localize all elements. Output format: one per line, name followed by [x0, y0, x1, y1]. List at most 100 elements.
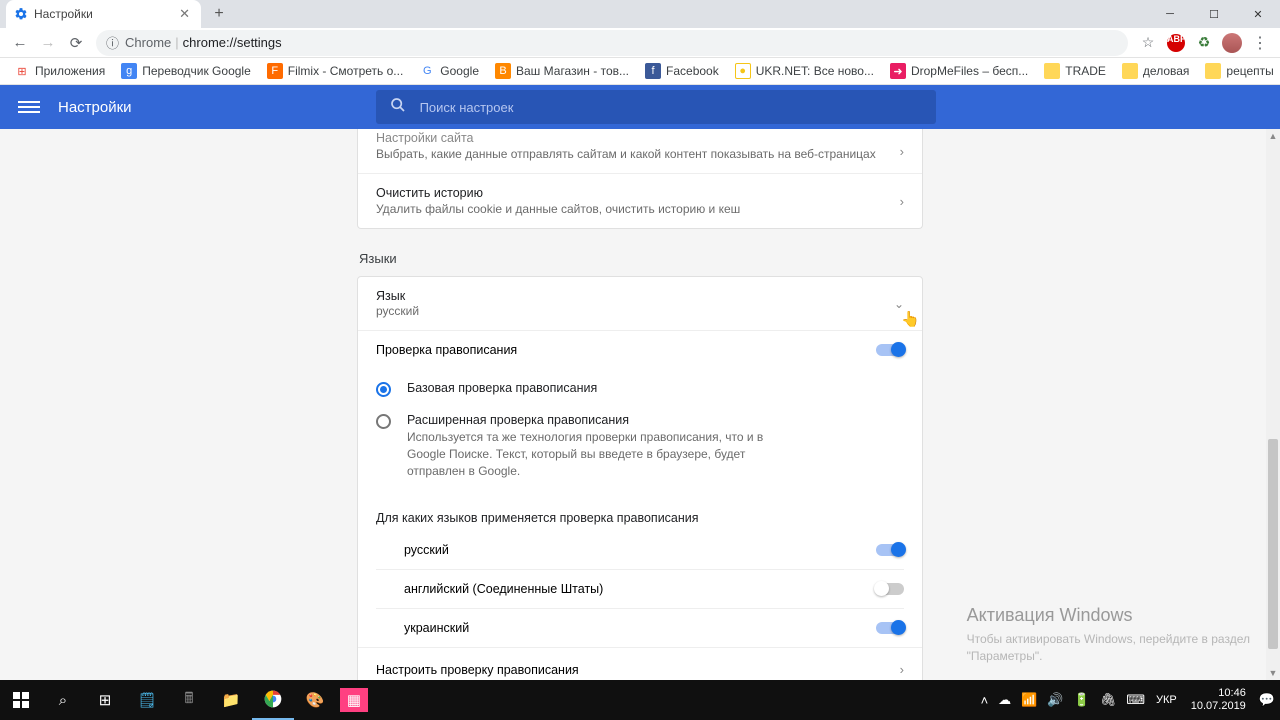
address-path: chrome://settings: [183, 35, 282, 50]
languages-card: Язык русский ⌄ Проверка правописания Баз…: [357, 276, 923, 680]
new-tab-button[interactable]: +: [207, 5, 231, 23]
bookmark-item[interactable]: FFilmix - Смотреть о...: [259, 58, 412, 84]
lang-russian-toggle[interactable]: [876, 544, 904, 556]
lang-item-russian: русский: [376, 531, 904, 569]
address-bar[interactable]: ⓘ Chrome | chrome://settings: [96, 30, 1128, 56]
lang-item-english-us: английский (Соединенные Штаты): [376, 569, 904, 608]
bookmark-item[interactable]: TRADE: [1036, 58, 1114, 84]
search-button[interactable]: ⌕: [42, 680, 84, 720]
bookmark-item[interactable]: fFacebook: [637, 58, 727, 84]
window-controls: ─ ☐ ✕: [1148, 0, 1280, 28]
chevron-down-icon: ⌄: [894, 297, 904, 311]
minimize-button[interactable]: ─: [1148, 0, 1192, 28]
profile-avatar[interactable]: [1220, 31, 1244, 55]
gear-icon: [14, 7, 28, 21]
scroll-down-arrow[interactable]: ▼: [1266, 666, 1280, 680]
taskbar-app[interactable]: ▦: [340, 688, 368, 712]
tab-title: Настройки: [34, 7, 176, 21]
recycle-extension-icon[interactable]: ♻: [1192, 31, 1216, 55]
lang-english-toggle[interactable]: [876, 583, 904, 595]
site-info-icon[interactable]: ⓘ: [106, 33, 119, 52]
chevron-right-icon: ›: [900, 144, 904, 159]
browser-titlebar: Настройки ✕ + ─ ☐ ✕: [0, 0, 1280, 28]
radio-basic-spellcheck[interactable]: Базовая проверка правописания: [376, 373, 904, 405]
abp-extension-icon[interactable]: ABP: [1164, 31, 1188, 55]
clock[interactable]: 10:46 10.07.2019: [1183, 687, 1254, 713]
clear-history-row[interactable]: Очистить историю Удалить файлы cookie и …: [358, 174, 922, 228]
browser-tab[interactable]: Настройки ✕: [6, 0, 201, 28]
close-button[interactable]: ✕: [1236, 0, 1280, 28]
vertical-scrollbar[interactable]: ▲ ▼: [1266, 129, 1280, 680]
taskbar-app[interactable]: 🗒: [126, 680, 168, 720]
spellcheck-languages-label: Для каких языков применяется проверка пр…: [358, 499, 922, 531]
bookmark-star-icon[interactable]: ☆: [1136, 31, 1160, 55]
taskbar-app[interactable]: 🎨: [294, 680, 336, 720]
usb-icon[interactable]: 🖇: [1095, 692, 1122, 708]
chevron-right-icon: ›: [900, 194, 904, 209]
spellcheck-toggle-row: Проверка правописания: [358, 331, 922, 369]
language-expand-row[interactable]: Язык русский ⌄: [358, 277, 922, 331]
browser-menu-button[interactable]: ⋮: [1248, 31, 1272, 55]
browser-toolbar: ← → ⟳ ⓘ Chrome | chrome://settings ☆ ABP…: [0, 28, 1280, 58]
file-explorer-button[interactable]: 📁: [210, 680, 252, 720]
search-placeholder: Поиск настроек: [420, 100, 514, 115]
bookmark-item[interactable]: деловая: [1114, 58, 1198, 84]
bookmark-item[interactable]: ●UKR.NET: Все ново...: [727, 58, 882, 84]
radio-enhanced-spellcheck[interactable]: Расширенная проверка правописания Исполь…: [376, 405, 904, 487]
dropmefiles-icon: ➜: [890, 63, 906, 79]
ukrnet-icon: ●: [735, 63, 751, 79]
apps-bookmark[interactable]: ⊞Приложения: [6, 58, 113, 84]
scroll-up-arrow[interactable]: ▲: [1266, 129, 1280, 143]
scroll-thumb[interactable]: [1268, 439, 1278, 649]
bookmark-item[interactable]: gПереводчик Google: [113, 58, 259, 84]
shop-icon: B: [495, 63, 511, 79]
keyboard-icon[interactable]: ⌨: [1121, 692, 1150, 708]
folder-icon: [1044, 63, 1060, 79]
spellcheck-toggle[interactable]: [876, 344, 904, 356]
battery-icon[interactable]: 🔋: [1069, 692, 1095, 708]
chevron-right-icon: ›: [900, 662, 904, 677]
folder-icon: [1122, 63, 1138, 79]
chrome-taskbar-button[interactable]: [252, 680, 294, 720]
wifi-icon[interactable]: 📶: [1016, 692, 1042, 708]
system-tray: ˄ ☁ 📶 🔊 🔋 🖇 ⌨ УКР 10:46 10.07.2019 💬: [976, 680, 1280, 720]
lang-ukrainian-toggle[interactable]: [876, 622, 904, 634]
bookmark-item[interactable]: BВаш Магазин - тов...: [487, 58, 637, 84]
tray-up-icon[interactable]: ˄: [976, 693, 994, 708]
lang-item-ukrainian: украинский: [376, 608, 904, 647]
notifications-icon[interactable]: 💬: [1254, 692, 1280, 708]
settings-title: Настройки: [58, 99, 132, 116]
configure-spellcheck-row[interactable]: Настроить проверку правописания ›: [358, 647, 922, 680]
spellcheck-radio-group: Базовая проверка правописания Расширенна…: [358, 369, 922, 499]
search-icon: [390, 97, 406, 117]
taskbar-app[interactable]: 🖩: [168, 680, 210, 720]
settings-search-input[interactable]: Поиск настроек: [376, 90, 936, 124]
bookmark-item[interactable]: ➜DropMeFiles – бесп...: [882, 58, 1036, 84]
radio-unchecked-icon: [376, 414, 391, 429]
folder-icon: [1205, 63, 1221, 79]
apps-icon: ⊞: [14, 63, 30, 79]
back-button[interactable]: ←: [6, 29, 34, 57]
languages-section-label: Языки: [357, 251, 923, 266]
hamburger-menu-icon[interactable]: [18, 101, 40, 113]
start-button[interactable]: [0, 680, 42, 720]
maximize-button[interactable]: ☐: [1192, 0, 1236, 28]
site-settings-row[interactable]: Настройки сайта Выбрать, какие данные от…: [358, 129, 922, 174]
filmix-icon: F: [267, 63, 283, 79]
google-icon: G: [419, 63, 435, 79]
input-language[interactable]: УКР: [1150, 694, 1183, 706]
settings-content: Настройки сайта Выбрать, какие данные от…: [0, 129, 1280, 680]
close-icon[interactable]: ✕: [176, 6, 193, 22]
facebook-icon: f: [645, 63, 661, 79]
onedrive-icon[interactable]: ☁: [993, 692, 1016, 708]
task-view-button[interactable]: ⊞: [84, 680, 126, 720]
bookmark-item[interactable]: рецепты: [1197, 58, 1280, 84]
translate-icon: g: [121, 63, 137, 79]
bookmark-item[interactable]: GGoogle: [411, 58, 487, 84]
forward-button[interactable]: →: [34, 29, 62, 57]
reload-button[interactable]: ⟳: [62, 29, 90, 57]
volume-icon[interactable]: 🔊: [1042, 692, 1068, 708]
radio-checked-icon: [376, 382, 391, 397]
spellcheck-languages-list: русский английский (Соединенные Штаты) у…: [358, 531, 922, 647]
windows-taskbar: ⌕ ⊞ 🗒 🖩 📁 🎨 ▦ ˄ ☁ 📶 🔊 🔋 🖇 ⌨ УКР 10:46 10…: [0, 680, 1280, 720]
